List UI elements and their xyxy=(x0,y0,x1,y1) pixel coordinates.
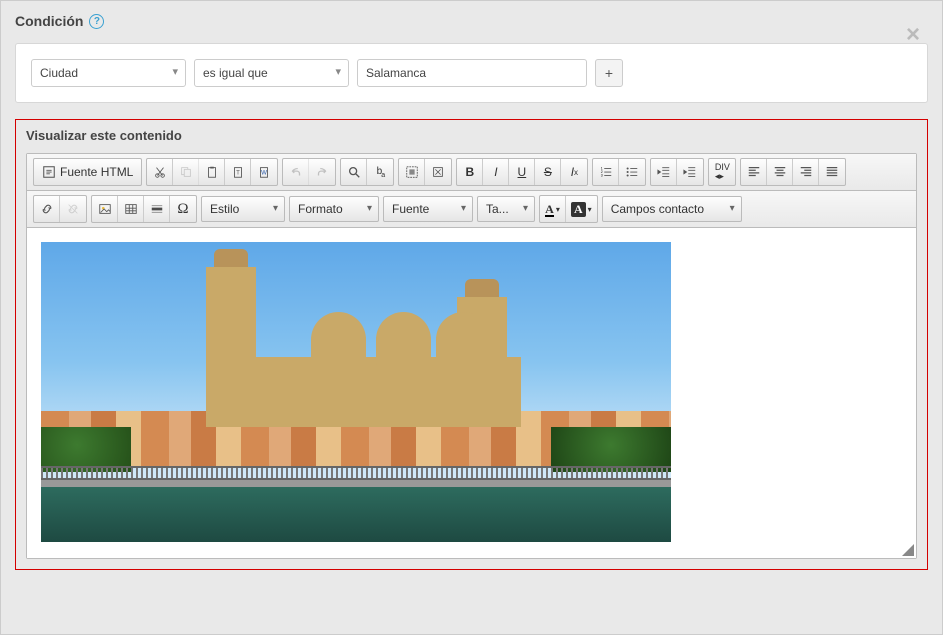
toolbar-row-2: Ω Estilo Formato Fuente Ta... A▾ A▾ Camp… xyxy=(27,191,916,228)
content-heading: Visualizar este contenido xyxy=(26,128,917,143)
underline-button[interactable]: U xyxy=(509,159,535,185)
text-color-button[interactable]: A▾ xyxy=(540,196,566,222)
bullet-list-button[interactable] xyxy=(619,159,645,185)
paste-word-button[interactable]: W xyxy=(251,159,277,185)
help-icon[interactable]: ? xyxy=(89,14,104,29)
table-button[interactable] xyxy=(118,196,144,222)
remove-format-button[interactable] xyxy=(425,159,451,185)
hr-button[interactable] xyxy=(144,196,170,222)
paste-text-button[interactable]: T xyxy=(225,159,251,185)
bg-color-button[interactable]: A▾ xyxy=(566,196,597,222)
outdent-button[interactable] xyxy=(651,159,677,185)
indent-button[interactable] xyxy=(677,159,703,185)
contact-fields-dropdown[interactable]: Campos contacto xyxy=(602,196,742,222)
toolbar-row-1: Fuente HTML T W ba xyxy=(27,154,916,191)
svg-text:T: T xyxy=(236,170,240,177)
add-condition-button[interactable]: + xyxy=(595,59,623,87)
font-dropdown[interactable]: Fuente xyxy=(383,196,473,222)
rich-text-editor: Fuente HTML T W ba xyxy=(26,153,917,559)
align-center-button[interactable] xyxy=(767,159,793,185)
special-char-button[interactable]: Ω xyxy=(170,196,196,222)
resize-handle[interactable] xyxy=(902,544,914,556)
cut-button[interactable] xyxy=(147,159,173,185)
bold-button[interactable]: B xyxy=(457,159,483,185)
svg-text:W: W xyxy=(261,170,267,177)
copy-button[interactable] xyxy=(173,159,199,185)
italic-button[interactable]: I xyxy=(483,159,509,185)
field-select[interactable]: Ciudad xyxy=(31,59,186,87)
strike-button[interactable]: S xyxy=(535,159,561,185)
paste-button[interactable] xyxy=(199,159,225,185)
panel-header: Condición ? xyxy=(15,13,928,29)
close-icon[interactable]: × xyxy=(906,23,920,47)
content-section: Visualizar este contenido Fuente HTML T … xyxy=(15,119,928,570)
svg-text:3: 3 xyxy=(601,173,603,177)
redo-button[interactable] xyxy=(309,159,335,185)
size-dropdown[interactable]: Ta... xyxy=(477,196,535,222)
content-image xyxy=(41,242,671,542)
condition-panel: Condición ? × Ciudad es igual que + Visu… xyxy=(0,0,943,635)
source-html-button[interactable]: Fuente HTML xyxy=(34,159,141,185)
numbered-list-button[interactable]: 123 xyxy=(593,159,619,185)
value-input[interactable] xyxy=(357,59,587,87)
link-button[interactable] xyxy=(34,196,60,222)
div-button[interactable]: DIV◂▸ xyxy=(709,159,735,185)
clear-format-button[interactable]: Ix xyxy=(561,159,587,185)
align-right-button[interactable] xyxy=(793,159,819,185)
align-justify-button[interactable] xyxy=(819,159,845,185)
undo-button[interactable] xyxy=(283,159,309,185)
condition-row: Ciudad es igual que + xyxy=(15,43,928,103)
replace-button[interactable]: ba xyxy=(367,159,393,185)
panel-title: Condición xyxy=(15,13,83,29)
style-dropdown[interactable]: Estilo xyxy=(201,196,285,222)
select-all-button[interactable] xyxy=(399,159,425,185)
align-left-button[interactable] xyxy=(741,159,767,185)
find-button[interactable] xyxy=(341,159,367,185)
editor-body[interactable] xyxy=(27,228,916,558)
unlink-button[interactable] xyxy=(60,196,86,222)
image-button[interactable] xyxy=(92,196,118,222)
operator-select[interactable]: es igual que xyxy=(194,59,349,87)
format-dropdown[interactable]: Formato xyxy=(289,196,379,222)
